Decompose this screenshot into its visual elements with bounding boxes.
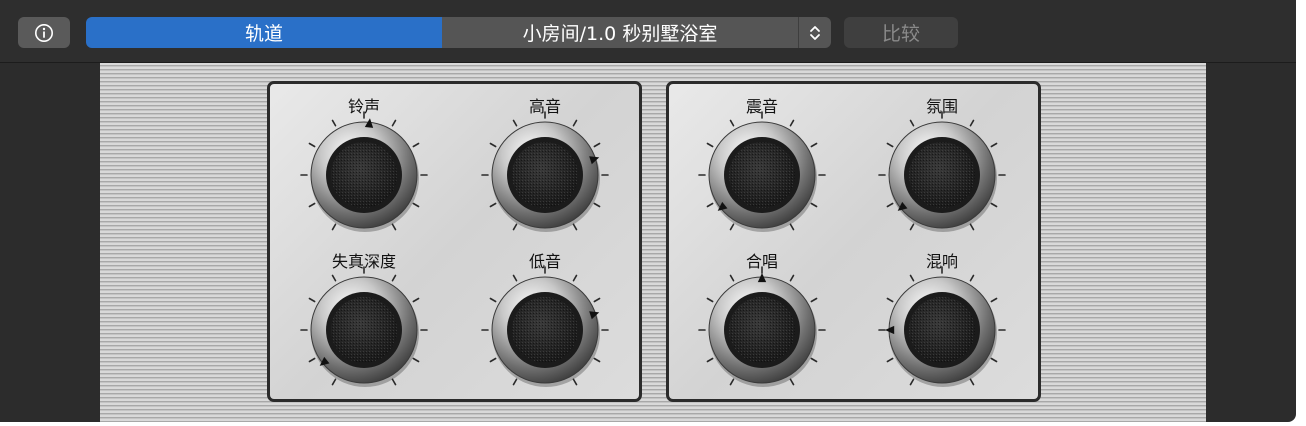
preset-selector[interactable]: 小房间/1.0 秒别墅浴室	[442, 17, 798, 48]
knob-cap-texture	[512, 297, 578, 363]
knob-cap-texture	[909, 297, 975, 363]
knob-cap-texture	[512, 142, 578, 208]
knob-cap-texture	[729, 297, 795, 363]
plugin-toolbar: 轨道 小房间/1.0 秒别墅浴室 比较	[0, 0, 1296, 63]
plugin-window: 轨道 小房间/1.0 秒别墅浴室 比较 铃声 高音 失真深度 低音 震音 氛围 …	[0, 0, 1306, 426]
compare-button[interactable]: 比较	[844, 17, 958, 48]
info-circle-icon	[35, 23, 53, 42]
knob-cap-texture	[331, 297, 397, 363]
preset-stepper[interactable]	[798, 17, 831, 48]
compare-label: 比较	[881, 23, 920, 45]
track-tab-label: 轨道	[244, 23, 283, 45]
track-tab[interactable]: 轨道	[86, 17, 442, 48]
info-button[interactable]	[18, 17, 70, 48]
up-down-chevron-icon	[810, 25, 820, 40]
knob-cap-texture	[729, 142, 795, 208]
knob-cap-texture	[331, 142, 397, 208]
knob-cap-texture	[909, 142, 975, 208]
preset-name: 小房间/1.0 秒别墅浴室	[522, 23, 718, 45]
